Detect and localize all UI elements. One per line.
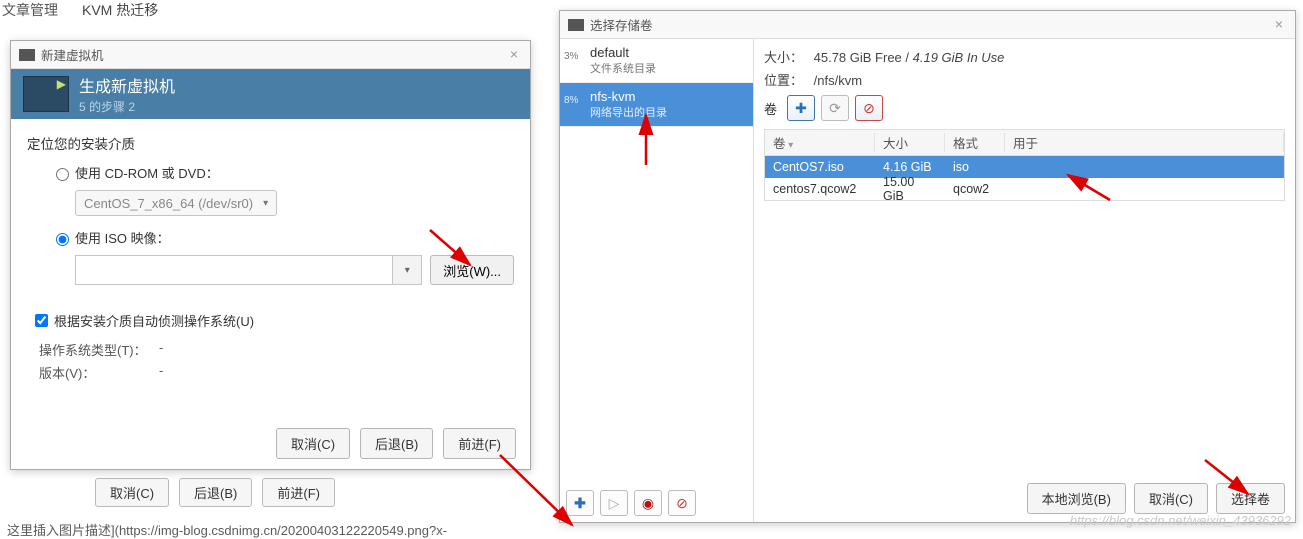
pool-add-button[interactable]: ✚ [566, 490, 594, 516]
size-key: 大小： [764, 47, 810, 66]
close-icon[interactable]: × [1271, 17, 1287, 33]
th-name[interactable]: 卷 [765, 133, 875, 152]
pool-pct: 3% [564, 51, 578, 62]
iso-path-input[interactable] [75, 255, 392, 285]
vm-window-icon [19, 49, 35, 61]
volume-table: 卷 大小 格式 用于 CentOS7.iso 4.16 GiB iso cent… [764, 129, 1285, 201]
cdrom-dropdown[interactable]: CentOS_7_x86_64 (/dev/sr0) ▾ [75, 190, 277, 216]
size-used: 4.19 GiB In Use [913, 50, 1005, 65]
iso-dropdown-button[interactable]: ▾ [392, 255, 422, 285]
location-row: 位置： /nfs/kvm [764, 70, 1285, 89]
chevron-down-icon: ▾ [263, 198, 268, 209]
radio-iso[interactable] [56, 233, 69, 246]
pool-nfs-kvm[interactable]: 8% nfs-kvm 网络导出的目录 [560, 83, 753, 127]
browse-button[interactable]: 浏览(W)... [430, 255, 514, 285]
th-size[interactable]: 大小 [875, 133, 945, 152]
pool-list: 3% default 文件系统目录 8% nfs-kvm 网络导出的目录 ✚ ▷… [560, 39, 754, 522]
autodetect-row[interactable]: 根据安装介质自动侦测操作系统(U) [31, 311, 514, 330]
monitor-icon [23, 76, 69, 112]
volume-label: 卷 [764, 99, 777, 118]
storage-title: 选择存储卷 [590, 15, 653, 34]
cell-format: qcow2 [945, 182, 1005, 196]
bg-forward-button[interactable]: 前进(F) [262, 478, 335, 507]
pool-start-button[interactable]: ▷ [600, 490, 628, 516]
option-cdrom[interactable]: 使用 CD-ROM 或 DVD： [51, 163, 514, 182]
new-vm-dialog: 新建虚拟机 × 生成新虚拟机 5 的步骤 2 定位您的安装介质 使用 CD-RO… [10, 40, 531, 470]
version-key: 版本(V)： [39, 363, 159, 382]
cdrom-dropdown-value: CentOS_7_x86_64 (/dev/sr0) [84, 196, 253, 211]
autodetect-label: 根据安装介质自动侦测操作系统(U) [54, 311, 254, 330]
volume-toolbar: 卷 ✚ ⟳ ⊘ [764, 95, 1285, 121]
location-key: 位置： [764, 70, 810, 89]
table-row[interactable]: CentOS7.iso 4.16 GiB iso [765, 156, 1284, 178]
option-cdrom-label: 使用 CD-ROM 或 DVD： [75, 163, 219, 182]
watermark: https://blog.csdn.net/weixin_43936292 [1070, 513, 1291, 528]
pool-delete-button[interactable]: ⊘ [668, 490, 696, 516]
size-free: 45.78 GiB Free [814, 50, 902, 65]
cell-format: iso [945, 160, 1005, 174]
size-sep: / [905, 50, 912, 65]
pool-name: default [590, 45, 745, 60]
pool-sub: 网络导出的目录 [590, 104, 745, 120]
back-button[interactable]: 后退(B) [360, 428, 433, 459]
new-vm-title: 新建虚拟机 [41, 45, 104, 64]
cell-name: CentOS7.iso [765, 160, 875, 174]
storage-titlebar[interactable]: 选择存储卷 × [560, 11, 1295, 39]
pool-sub: 文件系统目录 [590, 60, 745, 76]
ostype-key: 操作系统类型(T)： [39, 340, 159, 359]
volume-add-button[interactable]: ✚ [787, 95, 815, 121]
bg-title: KVM 热迁移 [82, 0, 158, 20]
option-iso[interactable]: 使用 ISO 映像： [51, 228, 514, 247]
pool-default[interactable]: 3% default 文件系统目录 [560, 39, 753, 83]
new-vm-titlebar[interactable]: 新建虚拟机 × [11, 41, 530, 69]
pool-stop-button[interactable]: ◉ [634, 490, 662, 516]
bg-tab-label: 文章管理 [2, 0, 58, 20]
size-row: 大小： 45.78 GiB Free / 4.19 GiB In Use [764, 47, 1285, 66]
location-value: /nfs/kvm [814, 73, 862, 88]
new-vm-step: 5 的步骤 2 [79, 98, 175, 115]
pool-name: nfs-kvm [590, 89, 745, 104]
bg-cancel-button[interactable]: 取消(C) [95, 478, 169, 507]
cell-size: 15.00 GiB [875, 175, 945, 203]
bg-caption: 这里插入图片描述](https://img-blog.csdnimg.cn/20… [7, 520, 447, 539]
vm-window-icon [568, 19, 584, 31]
autodetect-checkbox[interactable] [35, 314, 48, 327]
pool-pct: 8% [564, 95, 578, 106]
bg-back-button[interactable]: 后退(B) [179, 478, 252, 507]
table-header[interactable]: 卷 大小 格式 用于 [765, 130, 1284, 156]
local-browse-button[interactable]: 本地浏览(B) [1027, 483, 1126, 514]
new-vm-header: 生成新虚拟机 5 的步骤 2 [11, 69, 530, 119]
ostype-value: - [159, 340, 163, 359]
forward-button[interactable]: 前进(F) [443, 428, 516, 459]
radio-cdrom[interactable] [56, 168, 69, 181]
option-iso-label: 使用 ISO 映像： [75, 228, 170, 247]
choose-volume-button[interactable]: 选择卷 [1216, 483, 1285, 514]
version-value: - [159, 363, 163, 382]
storage-dialog: 选择存储卷 × 3% default 文件系统目录 8% nfs-kvm 网络导… [559, 10, 1296, 523]
new-vm-heading: 生成新虚拟机 [79, 73, 175, 97]
close-icon[interactable]: × [506, 47, 522, 63]
th-format[interactable]: 格式 [945, 133, 1005, 152]
table-row[interactable]: centos7.qcow2 15.00 GiB qcow2 [765, 178, 1284, 200]
volume-delete-button[interactable]: ⊘ [855, 95, 883, 121]
storage-cancel-button[interactable]: 取消(C) [1134, 483, 1208, 514]
cell-name: centos7.qcow2 [765, 182, 875, 196]
th-used[interactable]: 用于 [1005, 133, 1284, 152]
bg-button-row: 取消(C) 后退(B) 前进(F) [95, 478, 335, 507]
cell-size: 4.16 GiB [875, 160, 945, 174]
locate-label: 定位您的安装介质 [27, 133, 514, 153]
volume-refresh-button[interactable]: ⟳ [821, 95, 849, 121]
cancel-button[interactable]: 取消(C) [276, 428, 350, 459]
